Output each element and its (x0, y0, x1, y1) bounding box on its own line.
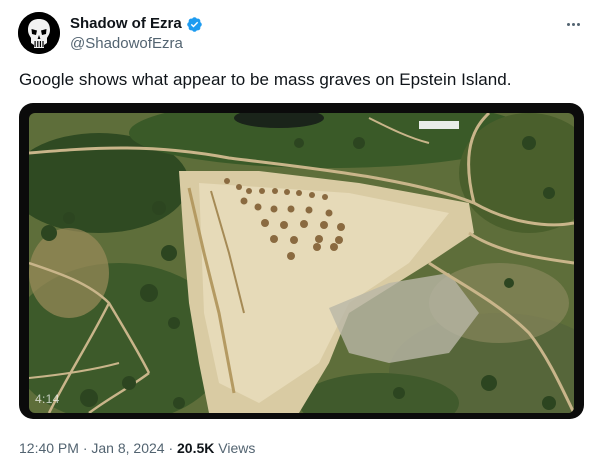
meta-separator: · (78, 440, 92, 456)
punisher-skull-icon (18, 12, 60, 54)
tweet-meta: 12:40 PM · Jan 8, 2024 · 20.5K Views (19, 439, 255, 457)
dot-icon (571, 22, 575, 26)
aerial-island-image (29, 113, 574, 413)
display-name[interactable]: Shadow of Ezra (70, 15, 182, 33)
video-player[interactable]: 4:14 (19, 103, 584, 419)
tweet-header: Shadow of Ezra @ShadowofEzra (18, 12, 583, 56)
dot-icon (576, 22, 580, 26)
avatar[interactable] (18, 12, 60, 54)
verified-badge-icon[interactable] (186, 16, 203, 33)
meta-separator: · (164, 440, 178, 456)
views-label: Views (214, 440, 256, 456)
handle[interactable]: @ShadowofEzra (70, 35, 183, 53)
more-options-button[interactable] (563, 14, 583, 34)
tweet-time[interactable]: 12:40 PM (19, 440, 79, 456)
video-duration: 4:14 (35, 392, 60, 406)
views-count[interactable]: 20.5K (177, 440, 214, 456)
dot-icon (566, 22, 570, 26)
tweet-text: Google shows what appear to be mass grav… (19, 70, 512, 89)
name-row: Shadow of Ezra (70, 15, 203, 33)
tweet-date[interactable]: Jan 8, 2024 (91, 440, 164, 456)
